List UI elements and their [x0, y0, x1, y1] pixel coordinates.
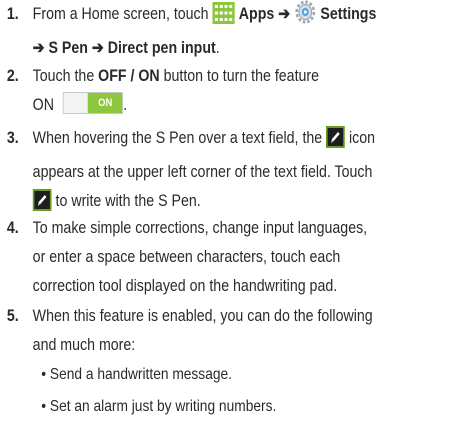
step-text: and much more: [32, 336, 136, 354]
on-toggle-icon: ON [63, 92, 124, 114]
step-text: From a Home screen, touch [32, 5, 209, 23]
step-text: Touch the [32, 67, 95, 85]
instruction-page: 1. From a Home screen, touch Apps ➔ Sett… [0, 0, 472, 422]
step-number: 1. [6, 5, 19, 23]
step-text: correction tool displayed on the handwri… [32, 277, 338, 295]
apps-label: Apps [238, 5, 275, 23]
step-text: icon [348, 129, 376, 147]
period: . [123, 96, 128, 114]
toggle-label: ON [88, 93, 123, 113]
step-text: button to turn the feature [163, 67, 320, 85]
pen-input-icon [326, 126, 346, 158]
step-text: When hovering the S Pen over a text fiel… [32, 129, 323, 147]
settings-label: Settings [320, 5, 377, 23]
list-item: • Send a handwritten message. [41, 366, 232, 383]
step-text: To make simple corrections, change input… [32, 219, 368, 237]
arrow: ➔ [278, 5, 291, 23]
apps-grid-icon [212, 2, 235, 34]
step-number: 5. [6, 307, 19, 325]
menu-path: ➔ S Pen ➔ Direct pen input [32, 39, 216, 57]
step-text: When this feature is enabled, you can do… [32, 307, 373, 325]
step-number: 2. [6, 67, 19, 85]
off-on-label: OFF / ON [98, 67, 160, 85]
period: . [215, 39, 220, 57]
step-text: or enter a space between characters, tou… [32, 248, 341, 266]
step-text: appears at the upper left corner of the … [32, 163, 373, 181]
step-number: 4. [6, 219, 19, 237]
step-number: 3. [6, 129, 19, 147]
step-text: to write with the S Pen. [55, 192, 201, 210]
settings-gear-icon [294, 0, 316, 34]
step-text: ON [32, 96, 54, 114]
list-item: • Set an alarm just by writing numbers. [41, 398, 277, 415]
